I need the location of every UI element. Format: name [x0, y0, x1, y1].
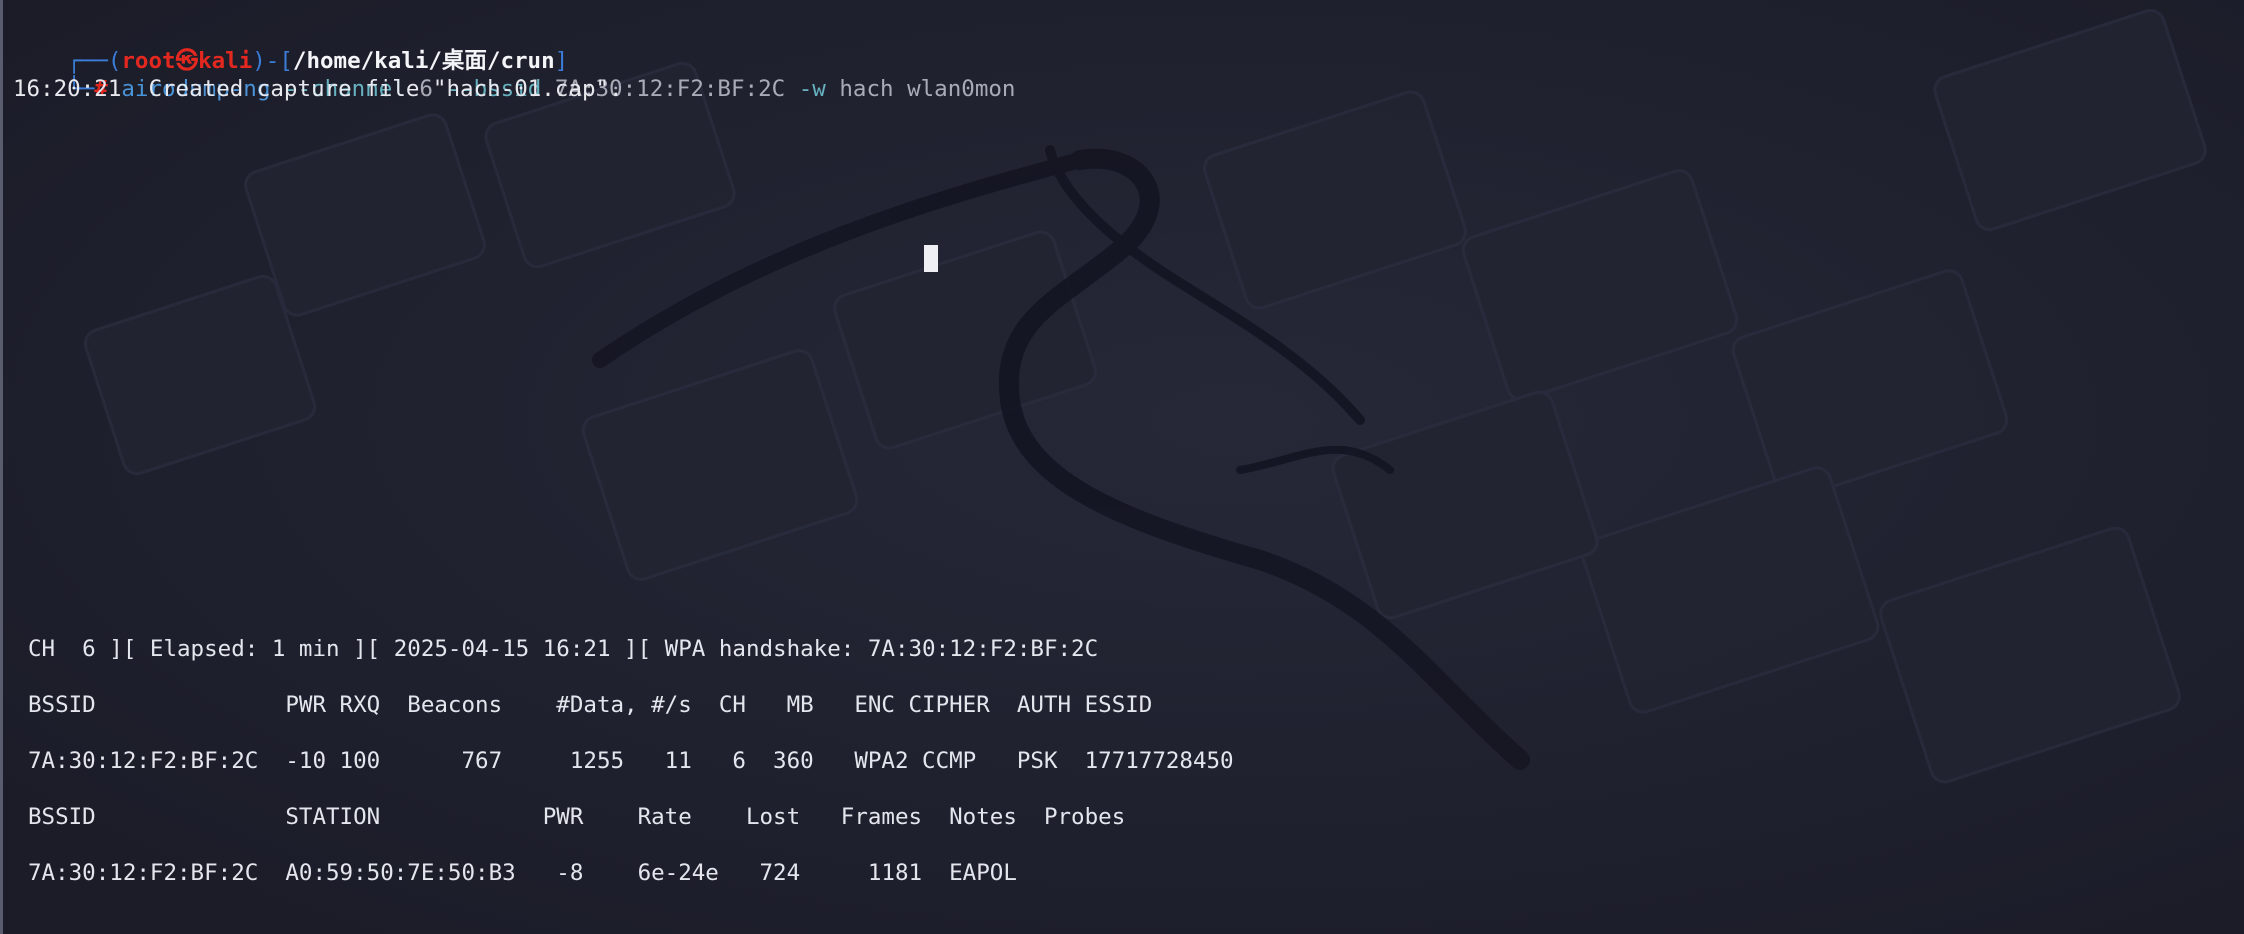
capture-file-output: 16:20:21 Created capture file "hach-01.c…: [13, 76, 623, 102]
command-interface: wlan0mon: [907, 76, 1016, 102]
prompt-line: ┌──(root㉿kali)-[/home/kali/桌面/crun]: [13, 19, 568, 74]
station-table-row: 7A:30:12:F2:BF:2C A0:59:50:7E:50:B3 -8 6…: [28, 860, 1017, 886]
command-opt-write: -w: [798, 76, 826, 102]
command-line: └─# airodump-ng --channel 6 --bssid 7A:3…: [13, 47, 1015, 102]
block-cursor-icon: [924, 245, 938, 272]
ap-table-header: BSSID PWR RXQ Beacons #Data, #/s CH MB E…: [28, 692, 1153, 718]
terminal-window[interactable]: ┌──(root㉿kali)-[/home/kali/桌面/crun] └─# …: [0, 0, 2244, 934]
ap-table-row: 7A:30:12:F2:BF:2C -10 100 767 1255 11 6 …: [28, 748, 1234, 774]
station-table-header: BSSID STATION PWR Rate Lost Frames Notes…: [28, 804, 1126, 830]
airodump-status-line: CH 6 ][ Elapsed: 1 min ][ 2025-04-15 16:…: [28, 636, 1099, 662]
command-write-value: hach: [839, 76, 894, 102]
